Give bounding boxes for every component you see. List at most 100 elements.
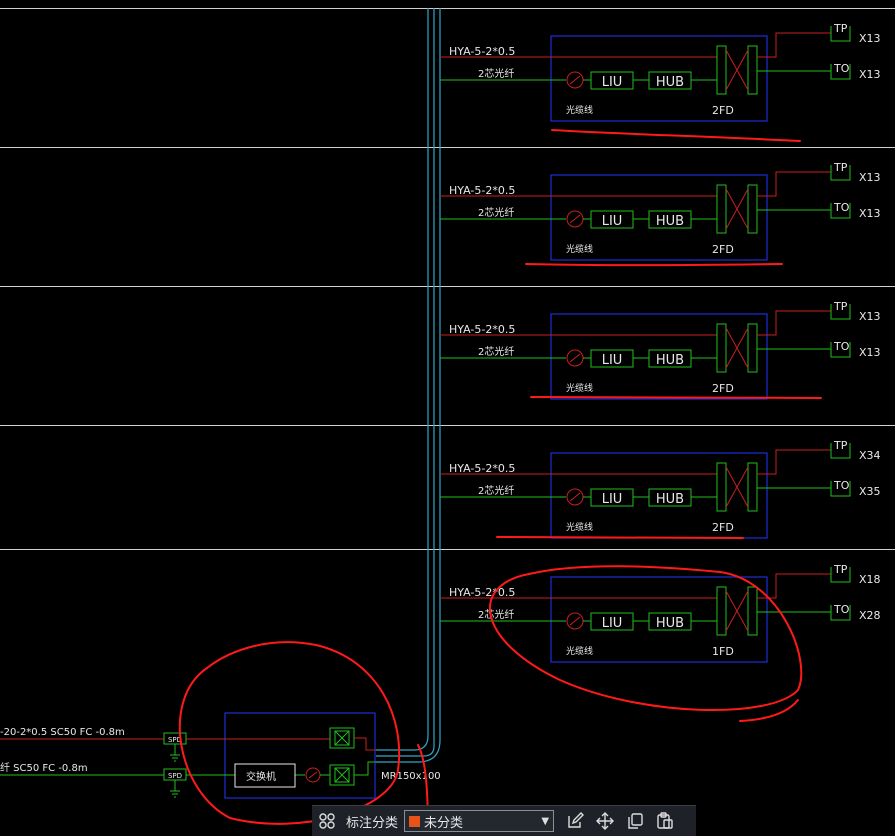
cabinet-note: 光缆线 (566, 382, 593, 394)
fiber-cable-label: 2芯光纤 (478, 608, 514, 621)
tp-label: TP (833, 22, 848, 35)
tp-label: TP (833, 161, 848, 174)
to-count: X13 (859, 207, 881, 220)
chevron-down-icon[interactable]: ▼ (541, 816, 549, 827)
hub-label: HUB (656, 616, 684, 631)
to-label: TO (833, 62, 850, 75)
tp-link-line (757, 310, 831, 336)
floor-block: LIU HUB TP X13 TO X13 HYA-5-2*0.5 2芯光纤光缆线 2FD (440, 161, 881, 261)
tp-link-line (757, 449, 831, 475)
incoming-fiber-label: 纤 SC50 FC -0.8m (0, 761, 88, 774)
floor-block: LIU HUB TP X13 TO X13 HYA-5-2*0.5 2芯光纤光缆线 2FD (440, 300, 881, 400)
incoming-copper-label: -20-2*0.5 SC50 FC -0.8m (0, 727, 125, 738)
paste-icon[interactable] (650, 806, 680, 836)
fiber-connector-mark (569, 75, 581, 85)
distribution-frame-right[interactable] (747, 323, 758, 373)
fiber-connector-mark (569, 353, 581, 363)
fiber-cable-label: 2芯光纤 (478, 345, 514, 358)
tp-count: X13 (859, 310, 881, 323)
cad-drawing-canvas[interactable]: LIU HUBTPX13TO X13HYA-5-2*0.52芯光纤光缆线 2FDLIU… (0, 0, 895, 836)
tp-count: X13 (859, 32, 881, 45)
hub-label: HUB (656, 214, 684, 229)
to-count: X28 (859, 609, 881, 622)
fiber-connector-mark (569, 492, 581, 502)
fiber-connector-main (305, 767, 321, 783)
patch-panel-fiber[interactable] (329, 764, 355, 786)
cross-connect-icon (725, 327, 749, 369)
floor-block: LIU HUB TP X34 TO X35 HYA-5-2*0.5 2芯光纤光缆线 2FD (440, 439, 881, 539)
copper-cable-label: HYA-5-2*0.5 (449, 184, 515, 197)
distribution-frame-left[interactable] (716, 586, 727, 636)
category-color-swatch (409, 815, 421, 827)
floor-block: LIU HUB TP X13 TO X13 HYA-5-2*0.5 2芯光纤光缆线 2FD (440, 22, 881, 122)
spd-2[interactable]: SPD (163, 768, 187, 798)
group-icon[interactable] (312, 806, 342, 836)
cross-connect-icon (725, 49, 749, 91)
fiber-connector-mark (569, 616, 581, 626)
edit-icon[interactable] (560, 806, 590, 836)
liu-label: LIU (602, 492, 623, 507)
tp-count: X13 (859, 171, 881, 184)
hub-label: HUB (656, 75, 684, 90)
move-icon[interactable] (590, 806, 620, 836)
distribution-frame-left[interactable] (716, 184, 727, 234)
annotation-category-select[interactable]: 未分类 ▼ (404, 810, 555, 832)
to-count: X13 (859, 346, 881, 359)
cross-connect-icon (725, 188, 749, 230)
floor-block: LIU HUB TP X18 TO X28 HYA-5-2*0.5 2芯光纤光缆线 1FD (440, 563, 881, 663)
tp-count: X18 (859, 573, 881, 586)
floor-distributor-label: 2FD (712, 382, 734, 395)
fiber-cable-label: 2芯光纤 (478, 484, 514, 497)
floor-distributor-label: 2FD (712, 243, 734, 256)
distribution-frame-left[interactable] (716, 462, 727, 512)
distribution-frame-right[interactable] (747, 586, 758, 636)
copper-cable-label: HYA-5-2*0.5 (449, 462, 515, 475)
copper-cable-label: HYA-5-2*0.5 (449, 586, 515, 599)
fiber-cable-label: 2芯光纤 (478, 206, 514, 219)
fiber-cable-label: 2芯光纤 (478, 67, 514, 80)
cabinet-note: 光缆线 (566, 521, 593, 533)
switch-label: 交换机 (246, 770, 276, 783)
floor-separators (0, 8, 895, 550)
patch-panel-copper[interactable] (329, 727, 355, 749)
tp-link-line (757, 32, 831, 58)
tp-link-line (757, 171, 831, 197)
distribution-frame-right[interactable] (747, 462, 758, 512)
cross-connect-icon (725, 466, 749, 508)
distribution-frame-right[interactable] (747, 184, 758, 234)
to-count: X35 (859, 485, 881, 498)
to-label: TO (833, 340, 850, 353)
liu-label: LIU (602, 214, 623, 229)
tp-count: X34 (859, 449, 881, 462)
riser-size-label: MR150x100 (381, 771, 441, 782)
distribution-frame-left[interactable] (716, 45, 727, 95)
copper-cable-label: HYA-5-2*0.5 (449, 323, 515, 336)
tp-label: TP (833, 563, 848, 576)
switch-box[interactable]: 交换机 (234, 763, 296, 788)
fiber-connector-mark (569, 214, 581, 224)
copper-cable-label: HYA-5-2*0.5 (449, 45, 515, 58)
distribution-frame-right[interactable] (747, 45, 758, 95)
copy-icon[interactable] (620, 806, 650, 836)
floor-distributor-label: 2FD (712, 104, 734, 117)
hub-label: HUB (656, 353, 684, 368)
cross-connect-icon (725, 590, 749, 632)
liu-label: LIU (602, 616, 623, 631)
cabinet-note: 光缆线 (566, 243, 593, 255)
cabinet-note: 光缆线 (566, 645, 593, 657)
to-count: X13 (859, 68, 881, 81)
floor-distributor-label: 1FD (712, 645, 734, 658)
floor-distributor-label: 2FD (712, 521, 734, 534)
to-label: TO (833, 479, 850, 492)
distribution-frame-left[interactable] (716, 323, 727, 373)
liu-label: LIU (602, 75, 623, 90)
tp-link-line (757, 573, 831, 599)
tp-label: TP (833, 439, 848, 452)
main-equipment-room: -20-2*0.5 SC50 FC -0.8m 纤 SC50 FC -0.8m … (0, 712, 441, 799)
tp-label: TP (833, 300, 848, 313)
cabinet-note: 光缆线 (566, 104, 593, 116)
to-label: TO (833, 603, 850, 616)
spd-2-label: SPD (168, 772, 182, 780)
liu-label: LIU (602, 353, 623, 368)
red-markup-annotations (178, 129, 822, 836)
